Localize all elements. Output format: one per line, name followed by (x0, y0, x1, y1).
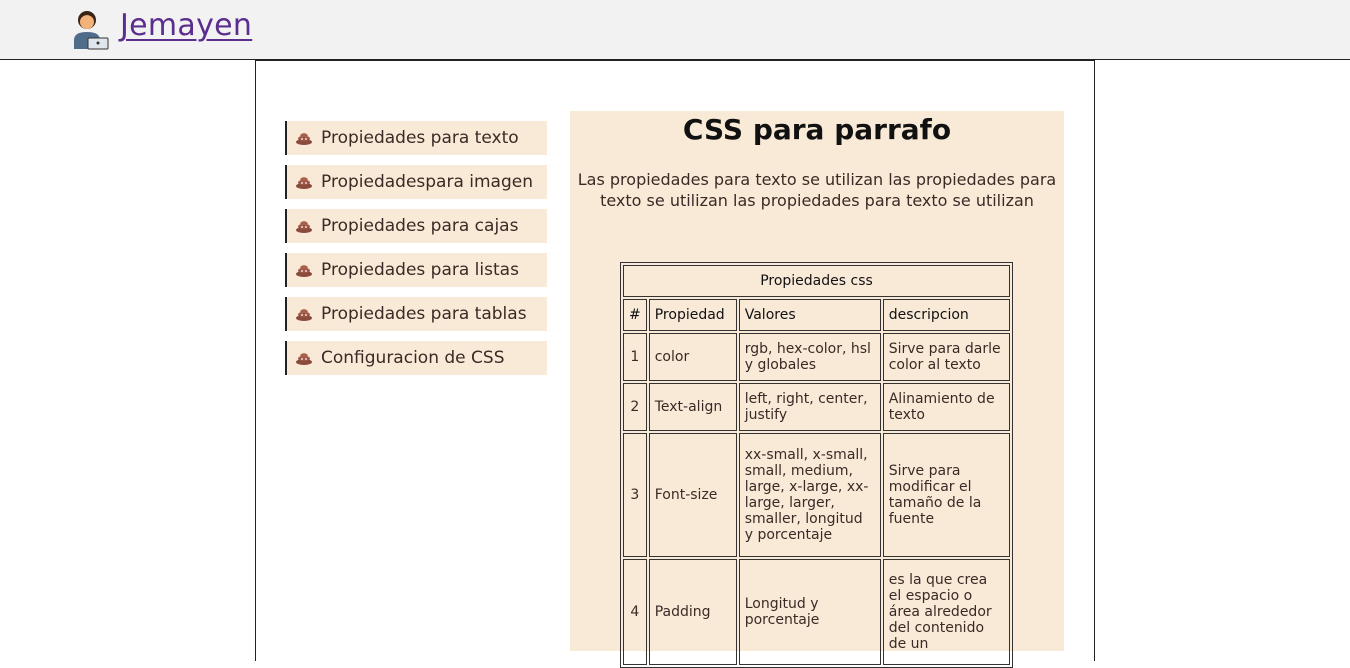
person-laptop-icon[interactable] (70, 8, 110, 50)
sidebar-item-tablas[interactable]: Propiedades para tablas (285, 297, 547, 331)
poop-emoji-icon (296, 309, 312, 321)
sidebar-item-label: Propiedades para texto (321, 128, 519, 148)
poop-emoji-icon (296, 133, 312, 145)
sidebar-item-label: Propiedades para listas (321, 260, 519, 280)
sidebar-item-label: Propiedades para cajas (321, 216, 519, 236)
sidebar-item-label: Propiedades para tablas (321, 304, 527, 324)
sidebar-item-configuracion[interactable]: Configuracion de CSS (285, 341, 547, 375)
sidebar: Propiedades para texto Propiedadespara i… (285, 121, 547, 385)
intro-paragraph: Las propiedades para texto se utilizan l… (577, 170, 1057, 210)
sidebar-item-label: Propiedadespara imagen (321, 172, 534, 192)
table-caption: Propiedades css (623, 265, 1010, 297)
table-cell: 2 (623, 383, 647, 431)
table-row: 4 Padding Longitud y porcentaje es la qu… (623, 559, 1010, 665)
poop-emoji-icon (296, 265, 312, 277)
poop-emoji-icon (296, 177, 312, 189)
sidebar-item-cajas[interactable]: Propiedades para cajas (285, 209, 547, 243)
page-title: CSS para parrafo (682, 113, 952, 146)
table-cell: 1 (623, 333, 647, 381)
table-cell: xx-small, x-small, small, medium, large,… (738, 433, 881, 557)
column-header: Valores (738, 299, 881, 331)
table-row: 2 Text-align left, right, center, justif… (623, 383, 1010, 431)
table-cell: Padding (648, 559, 737, 665)
brand-link[interactable]: Jemayen (120, 8, 252, 43)
sidebar-item-listas[interactable]: Propiedades para listas (285, 253, 547, 287)
table-cell: Text-align (648, 383, 737, 431)
table-cell: es la que crea el espacio o área alreded… (882, 559, 1010, 665)
content-panel: CSS para parrafo Las propiedades para te… (570, 111, 1064, 668)
sidebar-item-label: Configuracion de CSS (321, 348, 505, 368)
table-cell: Font-size (648, 433, 737, 557)
poop-emoji-icon (296, 221, 312, 233)
top-bar: Jemayen (0, 0, 1350, 60)
table-row: 3 Font-size xx-small, x-small, small, me… (623, 433, 1010, 557)
table-row: 1 color rgb, hex-color, hsl y globales S… (623, 333, 1010, 381)
sidebar-item-texto[interactable]: Propiedades para texto (285, 121, 547, 155)
column-header: Propiedad (648, 299, 737, 331)
sidebar-item-imagen[interactable]: Propiedadespara imagen (285, 165, 547, 199)
table-cell: Alinamiento de texto (882, 383, 1010, 431)
table-cell: Longitud y porcentaje (738, 559, 881, 665)
column-header: # (623, 299, 647, 331)
table-cell: left, right, center, justify (738, 383, 881, 431)
table-cell: Sirve para modificar el tamaño de la fue… (882, 433, 1010, 557)
column-header: descripcion (882, 299, 1010, 331)
poop-emoji-icon (296, 353, 312, 365)
table-cell: rgb, hex-color, hsl y globales (738, 333, 881, 381)
properties-table: Propiedades css # Propiedad Valores desc… (620, 262, 1013, 668)
table-cell: 4 (623, 559, 647, 665)
table-cell: color (648, 333, 737, 381)
table-cell: Sirve para darle color al texto (882, 333, 1010, 381)
table-cell: 3 (623, 433, 647, 557)
